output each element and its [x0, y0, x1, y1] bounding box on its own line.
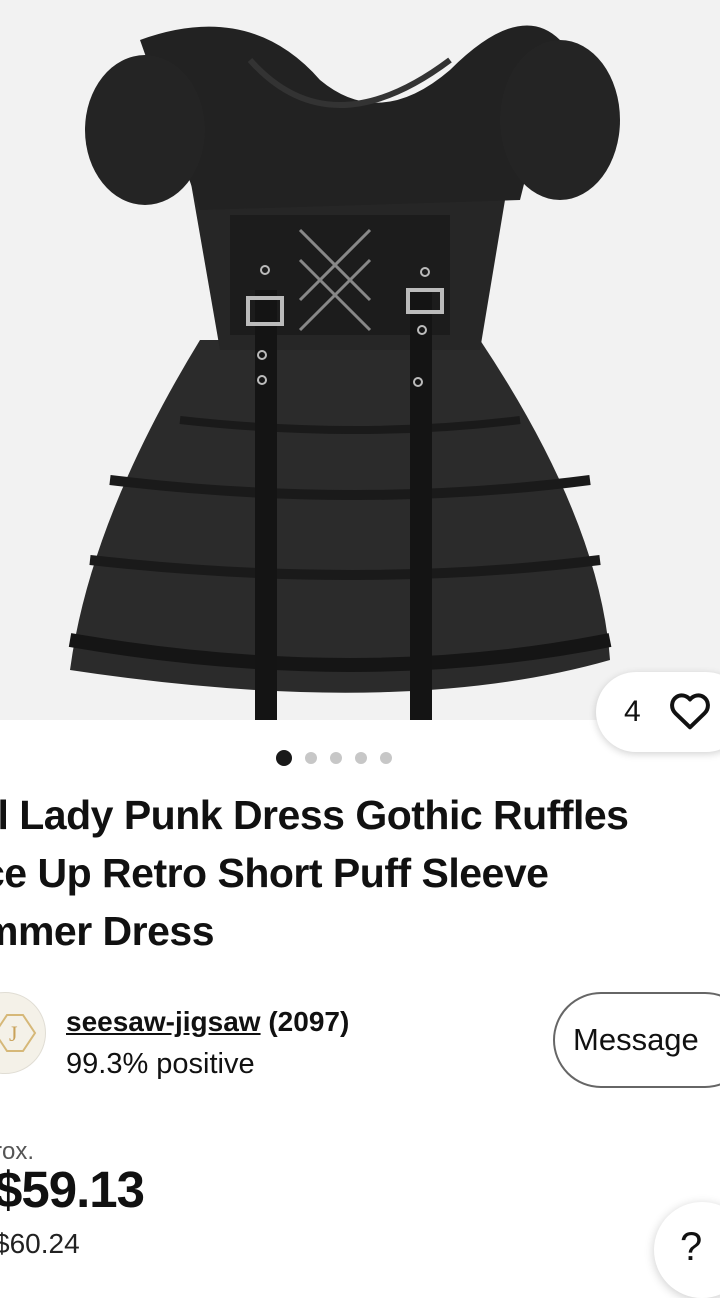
- listing-title-line: mmer Dress: [0, 908, 215, 954]
- svg-text:J: J: [9, 1021, 18, 1046]
- heart-icon: [668, 690, 712, 735]
- seller-avatar[interactable]: J: [0, 992, 46, 1074]
- favorite-count: 4: [624, 695, 641, 728]
- dress-image: [68, 25, 620, 720]
- message-seller-button[interactable]: Message: [553, 992, 720, 1088]
- listing-title-line: ce Up Retro Short Puff Sleeve: [0, 850, 549, 896]
- seller-logo-icon: J: [0, 1014, 37, 1052]
- gallery-pagination: [276, 750, 392, 766]
- help-button[interactable]: ?: [654, 1202, 720, 1298]
- seller-feedback: 99.3% positive: [66, 1048, 255, 1080]
- listing-title: rl Lady Punk Dress Gothic Ruffles ce Up …: [0, 786, 702, 960]
- seller-name-link[interactable]: seesaw-jigsaw: [66, 1006, 261, 1037]
- listing-title-line: rl Lady Punk Dress Gothic Ruffles: [0, 792, 629, 838]
- pagination-dot[interactable]: [330, 752, 342, 764]
- product-image[interactable]: [0, 0, 720, 720]
- seller-score: (2097): [268, 1006, 350, 1037]
- pagination-dot[interactable]: [305, 752, 317, 764]
- pagination-dot[interactable]: [380, 752, 392, 764]
- pagination-dot[interactable]: [355, 752, 367, 764]
- original-price: $60.24: [0, 1228, 80, 1259]
- favorite-button[interactable]: 4: [596, 672, 720, 752]
- current-price: $59.13: [0, 1161, 145, 1218]
- seller-info: seesaw-jigsaw (2097): [66, 1006, 349, 1038]
- pagination-dot[interactable]: [276, 750, 292, 766]
